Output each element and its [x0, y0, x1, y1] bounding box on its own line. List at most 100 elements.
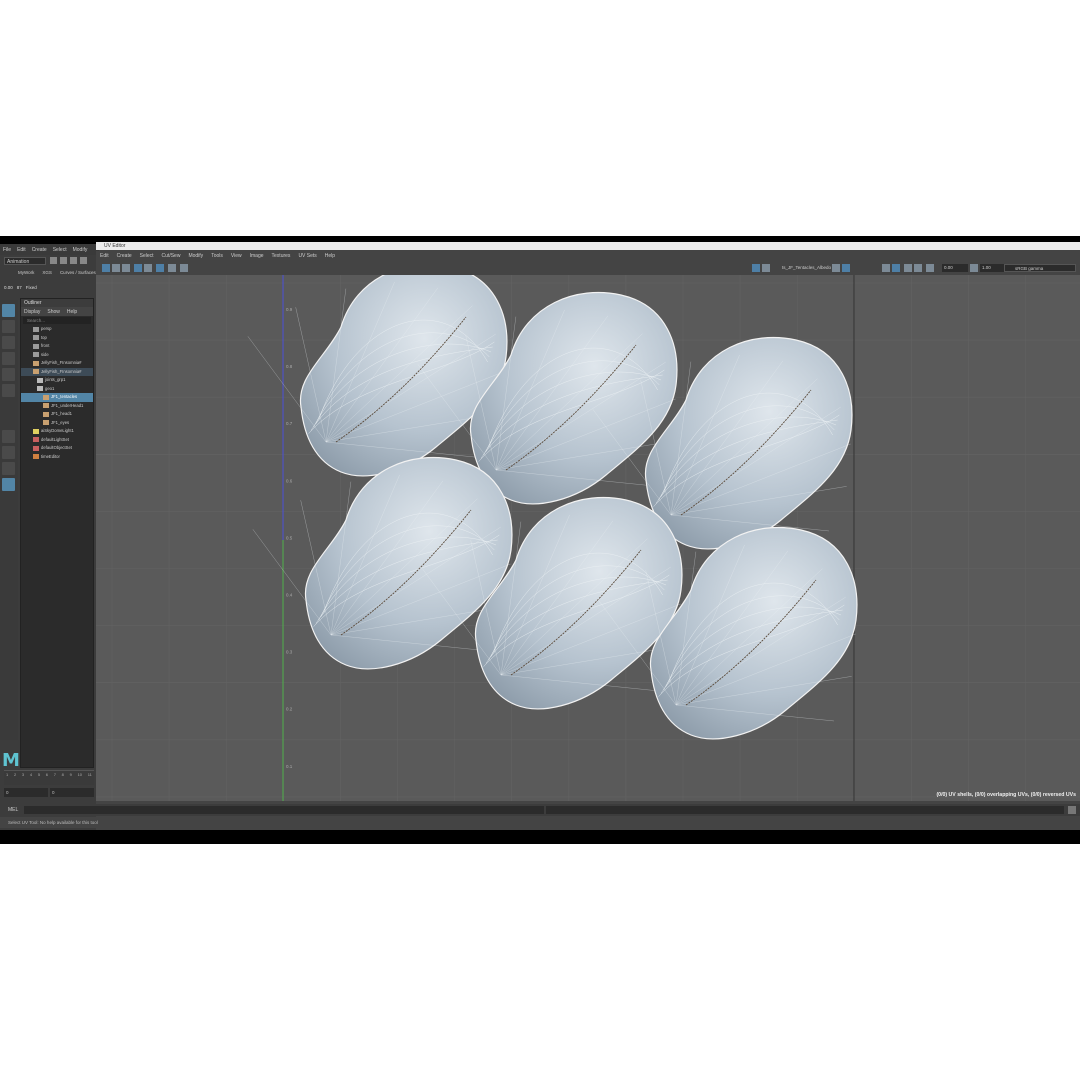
outliner-item[interactable]: JF1_tentacles [21, 393, 93, 402]
open-scene-icon[interactable] [60, 257, 67, 264]
outliner-item-label: JellyFish_FInsomnia# [41, 368, 82, 374]
uv-menu-item[interactable]: Image [250, 253, 264, 259]
outliner-search-input[interactable]: Search... [23, 317, 91, 324]
texture-display-icon[interactable] [752, 264, 760, 272]
gear-icon[interactable] [926, 264, 934, 272]
dim-image-icon[interactable] [168, 264, 176, 272]
shelf-tab-curves[interactable]: Curves / Surfaces [60, 270, 96, 275]
uv-shell-icon[interactable] [112, 264, 120, 272]
save-scene-icon[interactable] [70, 257, 77, 264]
uv-menu-item[interactable]: Help [325, 253, 335, 259]
outliner-item[interactable]: joints_grp1 [21, 376, 93, 385]
outliner-item[interactable]: timeEditor [21, 453, 93, 462]
uv-shell[interactable] [247, 275, 508, 477]
alpha-icon[interactable] [892, 264, 900, 272]
shelf-tab-mywork[interactable]: MyWork [18, 270, 34, 275]
camera-icon [33, 335, 39, 341]
uv-menu-item[interactable]: UV Sets [298, 253, 316, 259]
menu-set-dropdown[interactable]: Animation [4, 257, 46, 265]
texture-name[interactable]: ts_JF_Tentacles_Albedo [782, 264, 831, 272]
shelf-tab-xgs[interactable]: XGS [42, 270, 52, 275]
outliner-item[interactable]: defaultLightSet [21, 436, 93, 445]
outliner-item[interactable]: defaultObjectSet [21, 444, 93, 453]
uv-canvas[interactable]: 0.9 0.8 0.7 0.6 0.5 0.4 0.3 0.2 0.1 [96, 275, 1080, 801]
script-editor-icon[interactable] [1068, 806, 1076, 814]
outliner-menu-show[interactable]: Show [47, 309, 60, 315]
checker-icon[interactable] [762, 264, 770, 272]
view-transform-dropdown[interactable]: sRGB gamma [1004, 264, 1076, 272]
two-view-layout-icon[interactable] [2, 462, 15, 475]
time-slider[interactable]: 1 2 3 4 5 6 7 8 9 10 11 [4, 770, 94, 785]
exposure-field[interactable]: 0.00 [942, 264, 968, 272]
outliner-item[interactable]: top [21, 334, 93, 343]
time-tick-label: 10 [77, 772, 83, 777]
outliner-menu-display[interactable]: Display [24, 309, 40, 315]
maya-logo-icon: M [2, 750, 20, 771]
outliner-item[interactable]: persp [21, 325, 93, 334]
uv-menu-item[interactable]: Select [140, 253, 154, 259]
outliner-layout-icon[interactable] [2, 478, 15, 491]
uv-menu-item[interactable]: Tools [211, 253, 223, 259]
outliner-menu-help[interactable]: Help [67, 309, 77, 315]
outliner-item[interactable]: aiSkyDomeLight1 [21, 427, 93, 436]
rgb-channel-icon[interactable] [842, 264, 850, 272]
uv-menu-item[interactable]: Textures [272, 253, 291, 259]
grid-icon[interactable] [134, 264, 142, 272]
single-view-layout-icon[interactable] [2, 430, 15, 443]
outliner-item-label: aiSkyDomeLight1 [41, 428, 74, 433]
outliner-item[interactable]: geo1 [21, 385, 93, 394]
shelf-field-b[interactable]: 87 [17, 285, 22, 290]
gamma-icon[interactable] [970, 264, 978, 272]
exposure-icon[interactable] [882, 264, 890, 272]
display-image-icon[interactable] [156, 264, 164, 272]
move-tool-icon[interactable] [2, 352, 15, 365]
shelf-field-c[interactable]: Fixed [26, 285, 37, 290]
uv-image-icon[interactable] [122, 264, 130, 272]
v-tick-label: 0.9 [286, 307, 293, 312]
time-tick-label: 2 [13, 772, 17, 777]
menu-create[interactable]: Create [32, 247, 47, 253]
outliner-item[interactable]: front [21, 342, 93, 351]
lasso-tool-icon[interactable] [2, 320, 15, 333]
outliner-item[interactable]: JF1_head1 [21, 410, 93, 419]
range-end-field[interactable]: 0 [50, 788, 94, 797]
paint-select-tool-icon[interactable] [2, 336, 15, 349]
menu-modify[interactable]: Modify [73, 247, 88, 253]
menu-file[interactable]: File [3, 247, 11, 253]
outliner-title: Outliner [21, 299, 93, 307]
pixel-snap-icon[interactable] [144, 264, 152, 272]
set-icon [33, 437, 39, 443]
snap-icon[interactable] [914, 264, 922, 272]
uv-menu-item[interactable]: View [231, 253, 242, 259]
outliner-item[interactable]: side [21, 351, 93, 360]
outliner-item[interactable]: JF1_eyes [21, 419, 93, 428]
undo-icon[interactable] [80, 257, 87, 264]
outliner-item[interactable]: JF1_underHead1 [21, 402, 93, 411]
outliner-item[interactable]: JellyFish_FInsomnia# [21, 367, 93, 376]
four-view-layout-icon[interactable] [2, 446, 15, 459]
uv-menu-item[interactable]: Modify [188, 253, 203, 259]
isolate-icon[interactable] [102, 264, 110, 272]
menu-edit[interactable]: Edit [17, 247, 26, 253]
outliner-item[interactable]: JellyFish_FInsomnia# [21, 359, 93, 368]
uv-menu-item[interactable]: Cut/Sew [162, 253, 181, 259]
select-tool-icon[interactable] [2, 304, 15, 317]
command-input[interactable] [24, 806, 544, 814]
command-language-label[interactable]: MEL [8, 807, 18, 813]
uv-menu-item[interactable]: Edit [100, 253, 109, 259]
new-scene-icon[interactable] [50, 257, 57, 264]
range-start-field[interactable]: 0 [4, 788, 48, 797]
status-line-icons [50, 257, 87, 264]
snapshot-icon[interactable] [180, 264, 188, 272]
uv-viewport[interactable]: 0.9 0.8 0.7 0.6 0.5 0.4 0.3 0.2 0.1 (0/0) UV she… [96, 275, 1080, 801]
color-mgmt-icon[interactable] [904, 264, 912, 272]
scale-tool-icon[interactable] [2, 384, 15, 397]
rotate-tool-icon[interactable] [2, 368, 15, 381]
shelf-field-a[interactable]: 0.00 [4, 285, 13, 290]
v-tick-label: 0.1 [286, 764, 293, 769]
menu-select[interactable]: Select [53, 247, 67, 253]
outliner-item-label: joints_grp1 [45, 377, 66, 382]
uv-menu-item[interactable]: Create [117, 253, 132, 259]
gamma-field[interactable]: 1.00 [980, 264, 1006, 272]
channel-icon[interactable] [832, 264, 840, 272]
